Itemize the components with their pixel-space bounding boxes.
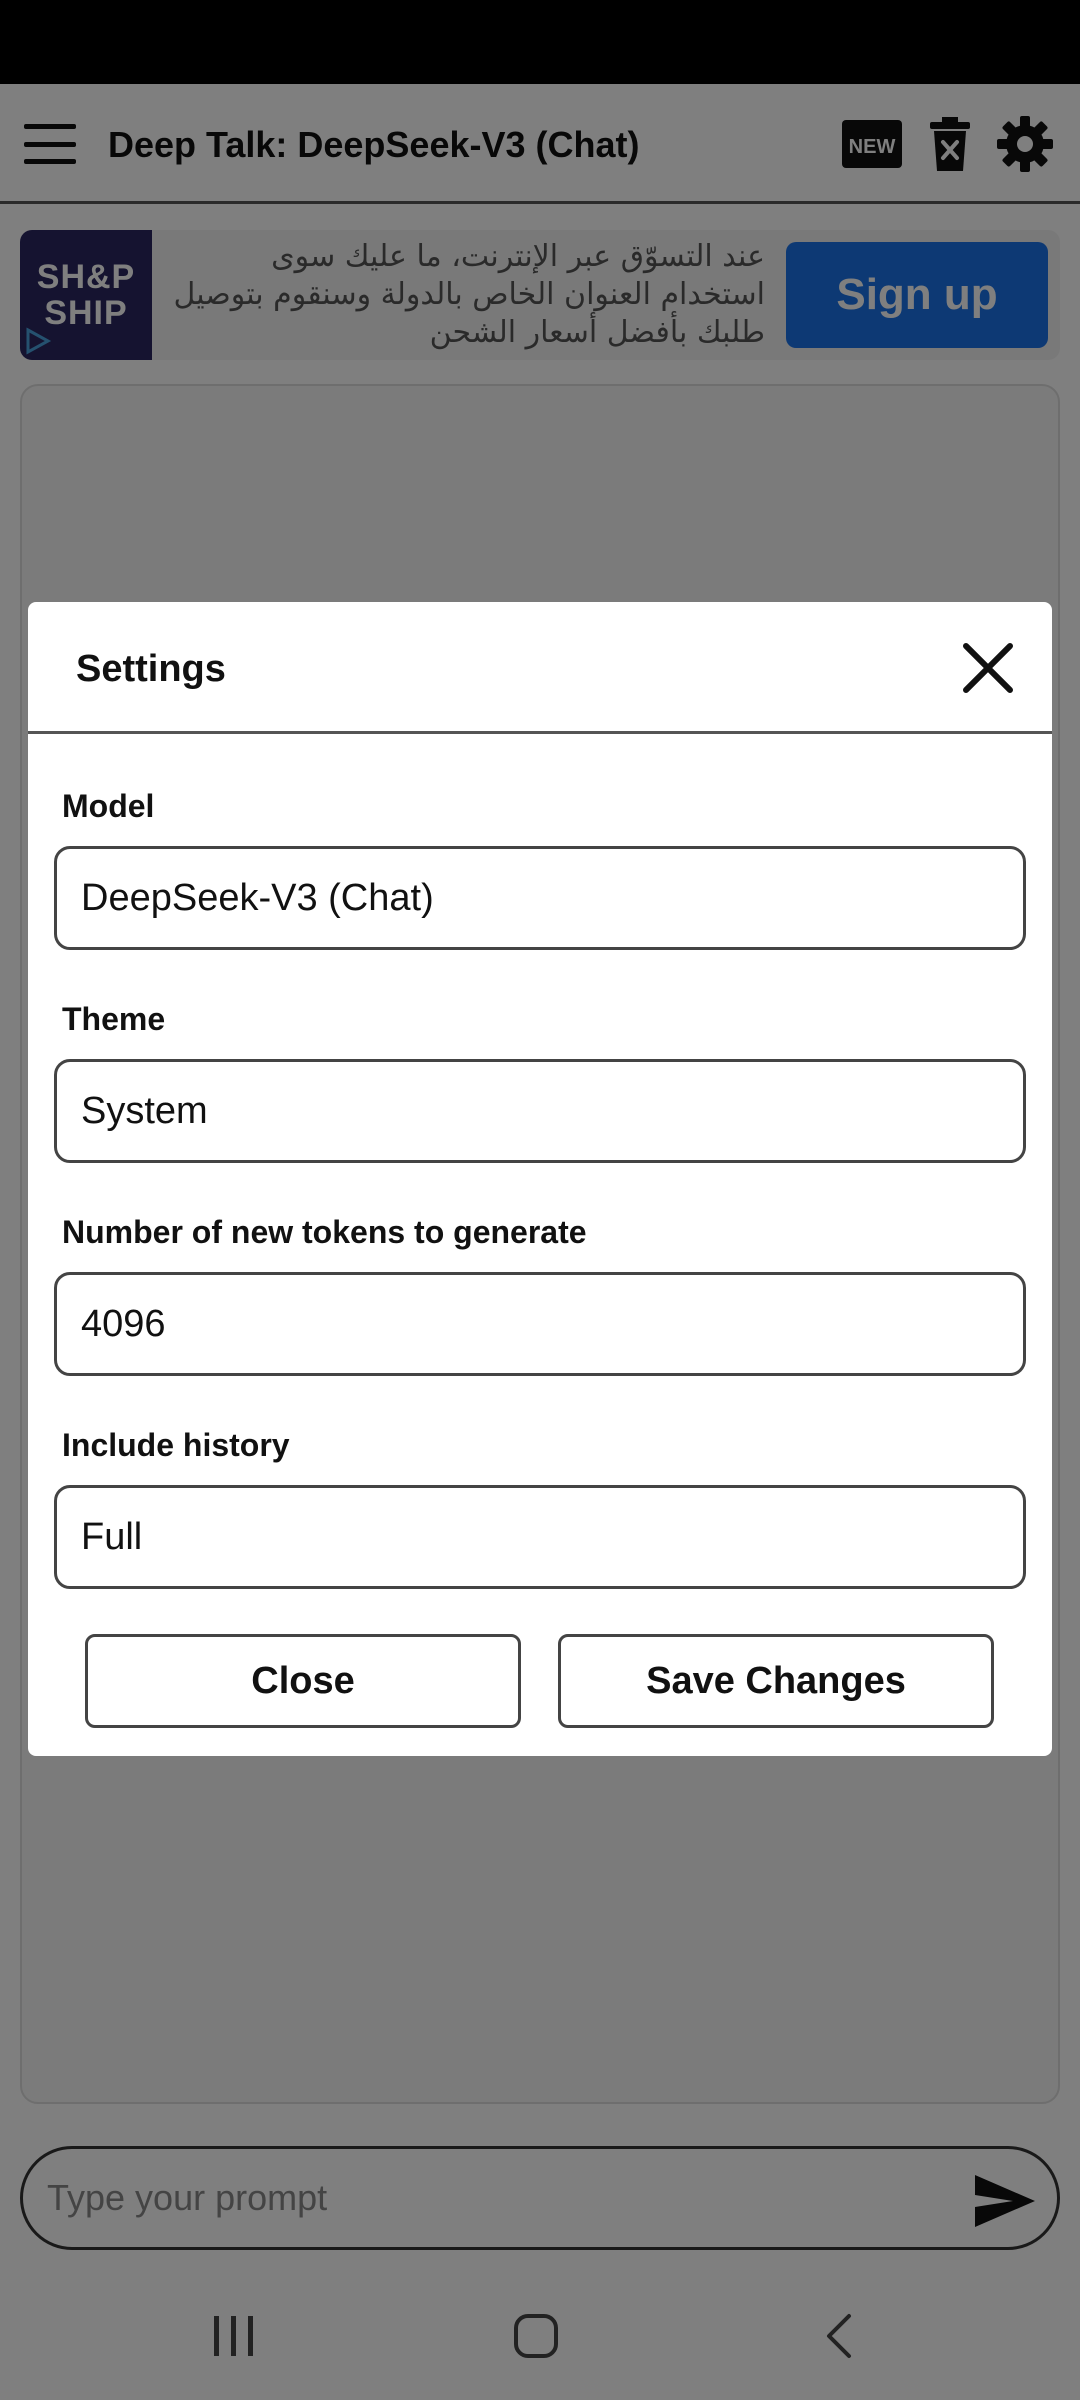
history-label: Include history (62, 1427, 290, 1463)
save-changes-button[interactable]: Save Changes (558, 1634, 994, 1728)
model-label: Model (62, 788, 155, 824)
close-button[interactable]: Close (85, 1634, 521, 1728)
settings-dialog: Settings Model DeepSeek-V3 (Chat) Theme … (28, 602, 1052, 1756)
history-select[interactable]: Full (54, 1485, 1026, 1589)
model-select[interactable]: DeepSeek-V3 (Chat) (54, 846, 1026, 950)
tokens-label: Number of new tokens to generate (62, 1214, 587, 1250)
close-icon[interactable] (958, 638, 1018, 698)
settings-dialog-header: Settings (28, 602, 1052, 734)
settings-dialog-title: Settings (76, 648, 226, 690)
status-bar (0, 0, 1080, 84)
theme-select[interactable]: System (54, 1059, 1026, 1163)
tokens-input[interactable]: 4096 (54, 1272, 1026, 1376)
theme-label: Theme (62, 1001, 166, 1037)
